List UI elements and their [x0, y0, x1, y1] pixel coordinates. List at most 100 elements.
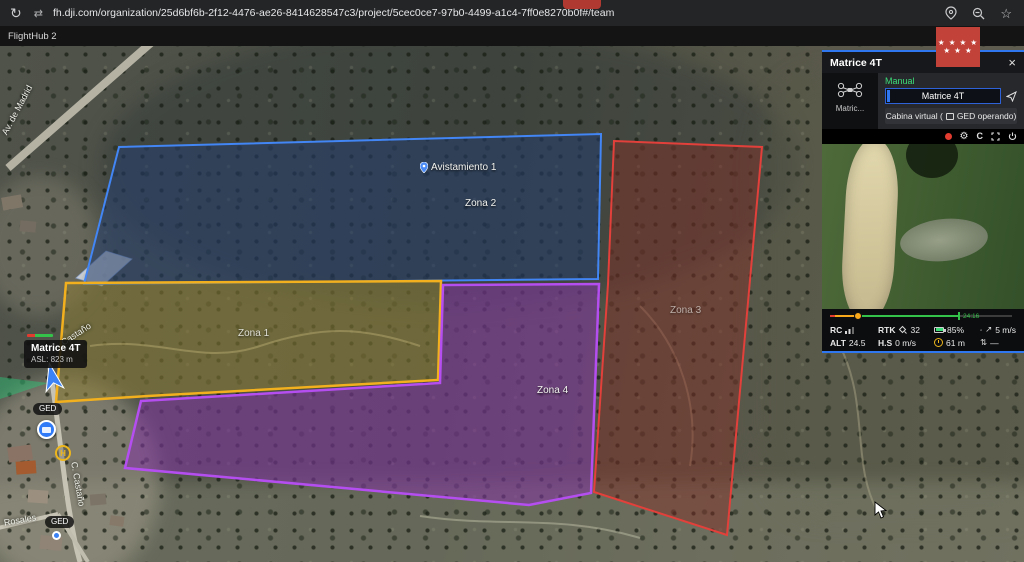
bookmark-star-icon[interactable]: ☆: [1000, 7, 1012, 20]
madrid-flag-logo[interactable]: ★ ★ ★ ★ ★ ★ ★: [936, 27, 980, 67]
flight-mode-label: Manual: [885, 76, 1017, 86]
wind-value: 5 m/s: [995, 325, 1016, 335]
zone-label-zona3: Zona 3: [670, 305, 701, 316]
house: [16, 460, 37, 474]
browser-toolbar: ↻ ⇄ fh.dji.com/organization/25d6bf6b-2f1…: [0, 0, 1024, 26]
house: [90, 493, 107, 505]
app-title: FlightHub 2: [8, 31, 57, 42]
home-point-marker[interactable]: H: [55, 445, 71, 461]
rc-signal-cell: RC: [830, 323, 878, 336]
feed-dirt-path: [839, 137, 901, 311]
power-icon[interactable]: [1008, 132, 1017, 141]
poi-pin-icon: [420, 162, 428, 173]
device-rail[interactable]: Matric...: [822, 73, 878, 129]
ged-pilot-label[interactable]: GED: [45, 516, 74, 528]
reload-icon[interactable]: ↻: [10, 5, 22, 22]
device-selector[interactable]: Matrice 4T: [885, 88, 1001, 104]
trail-bottom: [420, 516, 640, 538]
timeline-knob[interactable]: [854, 312, 862, 320]
alt-label: ALT: [830, 338, 846, 348]
hs-value: 0 m/s: [895, 338, 916, 348]
telemetry-bar: 24:16 RC RTK 32 85%: [822, 309, 1024, 351]
wind-direction-arrow: ↗: [985, 324, 992, 335]
wind-cell: ↗ 5 m/s: [980, 323, 1016, 336]
camera-toolbar: ⚙ C: [822, 129, 1024, 144]
drone-map-tooltip: Matrice 4T ASL: 823 m: [24, 340, 87, 368]
rc-label: RC: [830, 325, 842, 335]
pilot-location-marker[interactable]: [52, 531, 61, 540]
virtual-cabin-button[interactable]: Cabina virtual ( GED operando): [885, 108, 1017, 124]
horizontal-speed-cell: H.S 0 m/s: [878, 336, 934, 349]
camera-view[interactable]: ⚙ C: [822, 129, 1024, 311]
house: [109, 515, 124, 527]
zone-polygon-zona2[interactable]: [84, 134, 601, 284]
panel-title: Matrice 4T: [830, 57, 882, 69]
record-icon[interactable]: [945, 133, 952, 140]
alt-value: 24.5: [849, 338, 866, 348]
cabin-label-prefix: Cabina virtual (: [886, 111, 943, 121]
distance-cell: 61 m: [934, 336, 980, 349]
drone-fov-wedge: [0, 377, 48, 399]
rtk-label: RTK: [878, 325, 895, 335]
poi-avistamiento[interactable]: Avistamiento 1: [420, 162, 496, 173]
panel-header: Matrice 4T ×: [822, 52, 1024, 73]
zone-label-zona1: Zona 1: [238, 328, 269, 339]
house: [7, 444, 33, 462]
poi-label: Avistamiento 1: [431, 162, 496, 173]
cabin-label-suffix: GED operando): [957, 111, 1017, 121]
altitude-cell: ALT 24.5: [830, 336, 878, 349]
rtk-value: 32: [910, 325, 919, 335]
timeline-tick: [958, 312, 960, 320]
device-short-label: Matric...: [836, 104, 864, 113]
drone-asl: ASL: 823 m: [31, 355, 80, 364]
updown-icon: ⇅: [980, 337, 987, 348]
house: [28, 489, 49, 503]
drone-status-minibar: [27, 334, 53, 337]
close-icon[interactable]: ×: [1008, 56, 1016, 69]
app-title-bar: FlightHub 2: [0, 26, 1024, 46]
fullscreen-icon[interactable]: [991, 132, 1000, 141]
hs-label: H.S: [878, 338, 892, 348]
house: [1, 194, 23, 210]
zoom-out-icon[interactable]: [972, 7, 985, 20]
battery-cell: 85%: [934, 323, 980, 336]
drone-icon: [836, 81, 864, 98]
selector-accent-bar: [887, 90, 890, 102]
wind-fan-icon: [980, 326, 982, 334]
trail-right: [840, 346, 880, 516]
panel-content: Manual Matrice 4T Cabina virtual ( GED o…: [878, 73, 1024, 129]
dock-marker-icon[interactable]: [37, 420, 56, 439]
gear-icon[interactable]: ⚙: [960, 132, 969, 142]
signal-bars-icon: [845, 326, 855, 334]
timeline-remaining-segment: [862, 315, 958, 317]
ged-dock-label[interactable]: GED: [33, 403, 62, 415]
drone-panel: Matrice 4T × Matric... Manual: [822, 50, 1024, 353]
video-feed: [822, 144, 1024, 311]
updown-value: —: [990, 338, 999, 348]
calibrate-c-icon[interactable]: C: [977, 132, 984, 141]
drone-name: Matrice 4T: [31, 343, 80, 354]
zone-label-zona2: Zona 2: [465, 198, 496, 209]
flight-time-value: 24:16: [963, 313, 979, 320]
url-bar[interactable]: fh.dji.com/organization/25d6bf6b-2f12-44…: [53, 7, 614, 19]
zone-polygon-zona1[interactable]: [56, 281, 441, 402]
distance-value: 61 m: [946, 338, 965, 348]
zone-polygon-zona3[interactable]: [594, 141, 762, 535]
madrid-stars-row2: ★ ★ ★: [943, 47, 972, 55]
battery-value: 85%: [947, 325, 964, 335]
satellite-icon: [898, 325, 907, 334]
mouse-cursor: [874, 501, 888, 519]
device-selector-value: Matrice 4T: [886, 91, 1000, 101]
rtk-cell: RTK 32: [878, 323, 934, 336]
tab-strip-fragment: [563, 0, 601, 9]
share-arrow-icon[interactable]: [1006, 91, 1017, 102]
feed-rocks: [898, 215, 990, 266]
zone-label-zona4: Zona 4: [537, 385, 568, 396]
location-pin-icon[interactable]: [945, 6, 957, 20]
vertical-speed-cell: ⇅ —: [980, 336, 1016, 349]
clock-icon: [934, 338, 943, 347]
battery-timeline[interactable]: 24:16: [830, 312, 1016, 321]
cockpit-icon: [946, 113, 954, 120]
tab-switch-icon[interactable]: ⇄: [34, 7, 43, 20]
house: [20, 220, 37, 232]
